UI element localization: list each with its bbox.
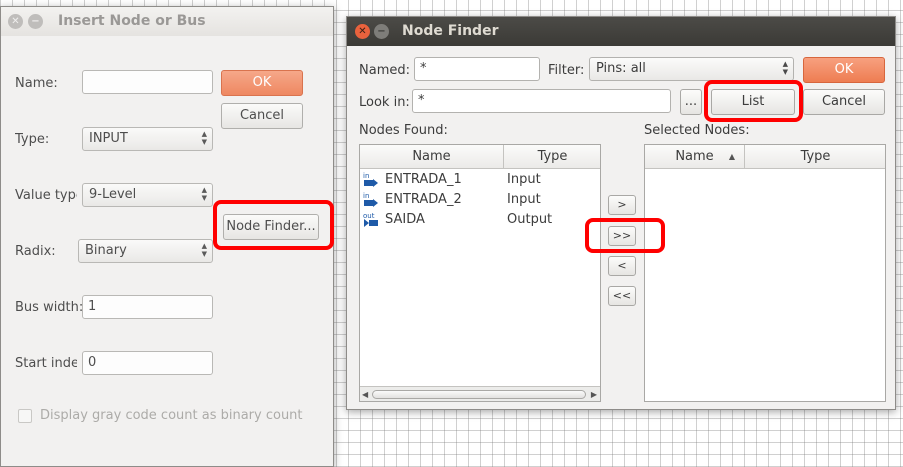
insert-node-title: Insert Node or Bus: [58, 13, 206, 29]
insert-node-titlebar: ✕ − Insert Node or Bus: [1, 7, 333, 36]
svg-text:out: out: [363, 212, 375, 220]
selected-nodes-header: Name ▲ Type: [645, 145, 885, 169]
spin-arrows-icon: ▲ ▼: [201, 130, 207, 146]
finder-cancel-button[interactable]: Cancel: [803, 89, 885, 115]
filter-select[interactable]: Pins: all ▲ ▼: [589, 57, 794, 81]
node-finder-title: Node Finder: [402, 23, 499, 39]
input-pin-icon: in: [363, 172, 378, 187]
bus-width-label: Bus width:: [15, 300, 84, 315]
output-pin-icon: out: [363, 212, 378, 227]
column-name-header[interactable]: Name: [360, 145, 504, 168]
selected-column-name-header[interactable]: Name ▲: [645, 145, 745, 168]
remove-all-button[interactable]: <<: [608, 286, 636, 306]
name-input[interactable]: [82, 70, 213, 94]
add-all-button[interactable]: >>: [608, 226, 636, 246]
node-type: Output: [507, 212, 553, 227]
node-type: Input: [507, 172, 541, 187]
start-index-input[interactable]: 0: [82, 351, 213, 375]
value-type-label: Value type:: [15, 188, 77, 203]
nodes-found-hscrollbar[interactable]: ◀ ▶: [360, 386, 600, 401]
nodes-found-label: Nodes Found:: [359, 123, 448, 138]
finder-ok-button[interactable]: OK: [803, 57, 885, 83]
node-type: Input: [507, 192, 541, 207]
add-selected-button[interactable]: >: [608, 195, 636, 215]
type-select[interactable]: INPUT ▲ ▼: [82, 127, 213, 151]
node-finder-button[interactable]: Node Finder...: [223, 214, 319, 240]
browse-button[interactable]: ...: [680, 89, 702, 115]
type-label: Type:: [15, 132, 50, 147]
node-name: SAIDA: [385, 212, 425, 227]
spin-arrows-icon: ▲ ▼: [201, 242, 207, 258]
table-row[interactable]: out SAIDA Output: [360, 210, 600, 230]
radix-select-value: Binary: [85, 243, 127, 258]
selected-nodes-table[interactable]: Name ▲ Type: [644, 144, 886, 402]
svg-text:in: in: [363, 192, 369, 200]
nodes-found-header: Name Type: [360, 145, 600, 169]
value-type-select[interactable]: 9-Level ▲ ▼: [82, 183, 213, 207]
input-pin-icon: in: [363, 192, 378, 207]
selected-column-type-header[interactable]: Type: [745, 145, 886, 168]
close-icon[interactable]: ✕: [355, 24, 370, 39]
insert-ok-button[interactable]: OK: [221, 70, 303, 96]
column-type-header[interactable]: Type: [504, 145, 601, 168]
nodes-found-table[interactable]: Name Type in ENTRADA_1 Input in ENTRADA_…: [359, 144, 601, 402]
look-in-label: Look in:: [359, 95, 410, 110]
minimize-icon[interactable]: −: [374, 24, 389, 39]
minimize-icon[interactable]: −: [28, 14, 43, 29]
spin-arrows-icon: ▲ ▼: [201, 186, 207, 202]
named-input[interactable]: *: [414, 57, 540, 81]
close-icon[interactable]: ✕: [8, 14, 23, 29]
table-row[interactable]: in ENTRADA_1 Input: [360, 170, 600, 190]
node-name: ENTRADA_2: [385, 192, 462, 207]
radix-label: Radix:: [15, 244, 56, 259]
table-row[interactable]: in ENTRADA_2 Input: [360, 190, 600, 210]
selected-column-name-label: Name: [675, 149, 714, 164]
value-type-select-value: 9-Level: [89, 187, 137, 202]
radix-select[interactable]: Binary ▲ ▼: [78, 239, 213, 263]
svg-text:in: in: [363, 172, 369, 180]
gray-code-checkbox[interactable]: [18, 409, 32, 423]
insert-cancel-button[interactable]: Cancel: [221, 103, 303, 129]
sort-ascending-icon: ▲: [728, 152, 735, 161]
node-finder-dialog: ✕ − Node Finder Named: * Filter: Pins: a…: [346, 16, 896, 410]
scroll-thumb[interactable]: [372, 390, 586, 399]
scroll-left-icon[interactable]: ◀: [362, 387, 368, 402]
node-name: ENTRADA_1: [385, 172, 462, 187]
bus-width-input[interactable]: 1: [82, 295, 213, 319]
spin-arrows-icon: ▲ ▼: [782, 60, 788, 76]
look-in-input[interactable]: *: [412, 89, 671, 113]
filter-label: Filter:: [548, 63, 585, 78]
node-finder-titlebar: ✕ − Node Finder: [347, 17, 895, 46]
filter-select-value: Pins: all: [596, 61, 646, 76]
name-label: Name:: [15, 76, 58, 91]
gray-code-label: Display gray code count as binary count: [40, 408, 303, 423]
selected-nodes-label: Selected Nodes:: [644, 123, 750, 138]
scroll-right-icon[interactable]: ▶: [591, 387, 597, 402]
insert-node-dialog: ✕ − Insert Node or Bus Name: OK Cancel T…: [0, 6, 334, 467]
remove-selected-button[interactable]: <: [608, 256, 636, 276]
start-index-label: Start index:: [15, 356, 77, 371]
type-select-value: INPUT: [89, 131, 128, 146]
list-button[interactable]: List: [711, 89, 795, 115]
named-label: Named:: [359, 63, 410, 78]
